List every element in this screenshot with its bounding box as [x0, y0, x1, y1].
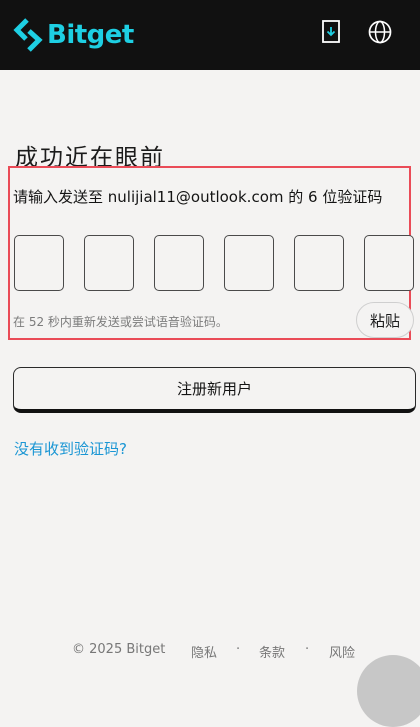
footer-risk-link[interactable]: 风险	[329, 642, 355, 661]
code-input-6[interactable]	[364, 235, 414, 291]
code-input-4[interactable]	[224, 235, 274, 291]
resend-hint: 在 52 秒内重新发送或尝试语音验证码。	[13, 315, 228, 329]
download-icon[interactable]	[319, 19, 345, 45]
bitget-logo[interactable]: Bitget	[13, 16, 134, 54]
top-header: Bitget	[0, 0, 420, 70]
footer-terms-link[interactable]: 条款	[259, 642, 285, 661]
bitget-logo-mark-icon	[13, 18, 43, 52]
register-new-user-button[interactable]: 注册新用户	[13, 367, 416, 413]
code-input-5[interactable]	[294, 235, 344, 291]
code-input-3[interactable]	[154, 235, 204, 291]
globe-icon[interactable]	[367, 19, 393, 45]
code-input-2[interactable]	[84, 235, 134, 291]
footer-separator: ·	[305, 642, 310, 657]
brand-name: Bitget	[47, 20, 134, 50]
floating-action-button[interactable]	[357, 655, 420, 727]
footer: © 2025 Bitget 隐私 · 条款 · 风险	[0, 642, 420, 662]
footer-copyright: © 2025 Bitget	[72, 642, 166, 657]
paste-button[interactable]: 粘贴	[356, 302, 414, 338]
footer-privacy-link[interactable]: 隐私	[191, 642, 217, 661]
no-code-received-link[interactable]: 没有收到验证码?	[14, 438, 127, 459]
footer-separator: ·	[236, 642, 241, 657]
code-instruction: 请输入发送至 nulijial11@outlook.com 的 6 位验证码	[13, 188, 383, 206]
code-input-1[interactable]	[14, 235, 64, 291]
